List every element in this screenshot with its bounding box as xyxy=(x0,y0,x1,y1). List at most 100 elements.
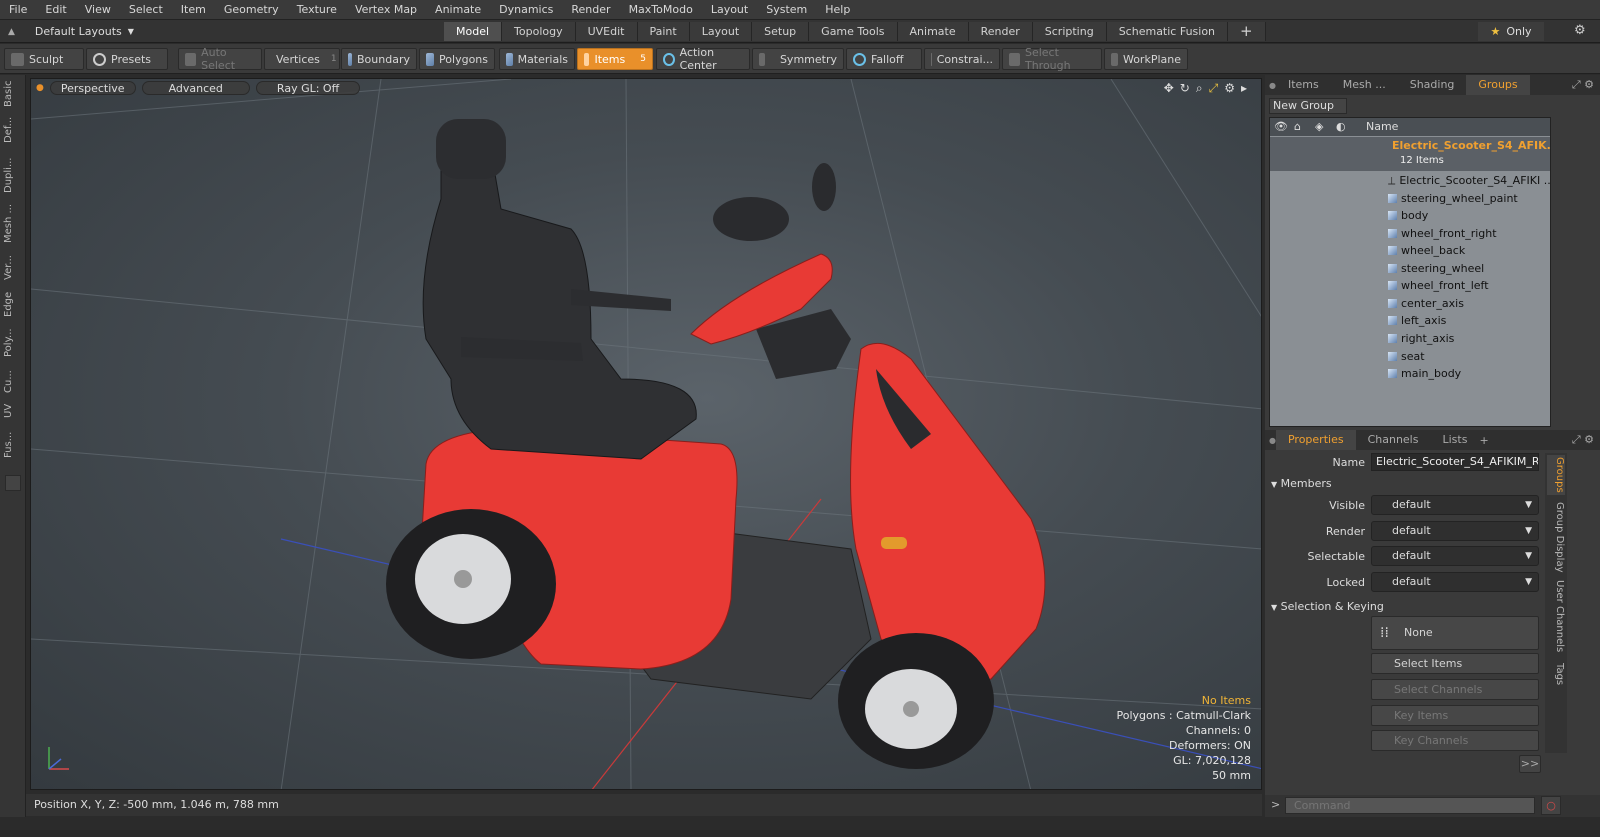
command-input[interactable] xyxy=(1285,797,1535,814)
menu-view[interactable]: View xyxy=(76,0,120,20)
3d-viewport[interactable]: ● Perspective Advanced Ray GL: Off ✥ ↻ ⌕… xyxy=(30,78,1262,790)
auto-select-button[interactable]: Auto Select xyxy=(178,46,262,72)
tab-groups[interactable]: Groups xyxy=(1466,75,1530,95)
new-group-button[interactable]: New Group xyxy=(1269,98,1347,114)
falloff-button[interactable]: Falloff xyxy=(846,48,922,70)
left-tab-basic[interactable]: Basic xyxy=(3,79,21,109)
key-channels-button[interactable]: Key Channels xyxy=(1371,730,1539,751)
only-button[interactable]: ★ Only xyxy=(1478,22,1544,41)
tab-properties[interactable]: Properties xyxy=(1275,430,1356,450)
menu-help[interactable]: Help xyxy=(816,0,859,20)
advanced-button[interactable]: Advanced xyxy=(141,81,250,95)
selectable-dropdown[interactable]: default ▼ xyxy=(1371,546,1539,566)
menu-render[interactable]: Render xyxy=(562,0,619,20)
menu-item[interactable]: Item xyxy=(172,0,215,20)
menu-maxtomodo[interactable]: MaxToModo xyxy=(620,0,702,20)
tab-render[interactable]: Render xyxy=(968,22,1033,41)
perspective-button[interactable]: Perspective xyxy=(49,81,136,95)
menu-system[interactable]: System xyxy=(757,0,816,20)
left-tab-uv[interactable]: UV xyxy=(3,401,21,421)
left-tab-extra-button[interactable] xyxy=(5,475,21,491)
tree-item[interactable]: wheel_front_left xyxy=(1388,277,1489,294)
tab-scripting[interactable]: Scripting xyxy=(1032,22,1107,41)
tab-paint[interactable]: Paint xyxy=(637,22,690,41)
tree-item[interactable]: seat xyxy=(1388,348,1425,365)
tab-topology[interactable]: Topology xyxy=(502,22,576,41)
fit-view-icon[interactable]: ⤢ xyxy=(1209,81,1219,96)
tab-setup[interactable]: Setup xyxy=(752,22,810,41)
tree-item[interactable]: ⟂ Electric_Scooter_S4_AFIKI ... xyxy=(1388,172,1550,189)
selection-keying-section[interactable]: ▼ Selection & Keying xyxy=(1271,600,1384,613)
layout-selector[interactable]: ▲ Default Layouts ▼ xyxy=(8,23,134,40)
select-through-button[interactable]: Select Through xyxy=(1002,46,1102,72)
tab-channels[interactable]: Channels xyxy=(1356,430,1431,450)
tree-item[interactable]: main_body xyxy=(1388,365,1461,382)
items-button[interactable]: Items 5 xyxy=(577,48,653,70)
render-icon[interactable]: ⌂ xyxy=(1294,118,1301,136)
sculpt-button[interactable]: Sculpt xyxy=(4,48,84,70)
visibility-eye-icon[interactable]: 👁 xyxy=(1274,118,1288,136)
left-tab-fusion[interactable]: Fus... xyxy=(3,427,21,463)
panel-expand-icon[interactable]: ⤢ ⚙ xyxy=(1572,78,1594,92)
side-tab-group-display[interactable]: Group Display xyxy=(1547,501,1565,573)
vertices-button[interactable]: Vertices 1 xyxy=(264,48,340,70)
rotate-view-icon[interactable]: ↻ xyxy=(1180,81,1190,96)
materials-button[interactable]: Materials xyxy=(499,48,575,70)
tab-model[interactable]: Model xyxy=(444,22,503,41)
side-tab-groups[interactable]: Groups xyxy=(1547,455,1565,495)
viewport-menu-icon[interactable]: ▸ xyxy=(1241,81,1247,96)
left-tab-deform[interactable]: Def... xyxy=(3,113,21,147)
menu-file[interactable]: File xyxy=(0,0,36,20)
presets-button[interactable]: Presets xyxy=(86,48,168,70)
move-view-icon[interactable]: ✥ xyxy=(1164,81,1174,96)
tab-animate[interactable]: Animate xyxy=(897,22,969,41)
raygl-button[interactable]: Ray GL: Off xyxy=(255,81,361,95)
members-section[interactable]: ▼ Members xyxy=(1271,477,1332,490)
menu-select[interactable]: Select xyxy=(120,0,172,20)
tree-item[interactable]: body xyxy=(1388,207,1428,224)
menu-dynamics[interactable]: Dynamics xyxy=(490,0,562,20)
menu-geometry[interactable]: Geometry xyxy=(215,0,288,20)
menu-animate[interactable]: Animate xyxy=(426,0,490,20)
add-tab-icon[interactable]: + xyxy=(1228,22,1266,41)
tab-schematic-fusion[interactable]: Schematic Fusion xyxy=(1106,22,1229,41)
tree-item[interactable]: right_axis xyxy=(1388,330,1454,347)
symmetry-button[interactable]: Symmetry xyxy=(752,48,844,70)
left-tab-curve[interactable]: Cu... xyxy=(3,367,21,397)
tab-uvedit[interactable]: UVEdit xyxy=(575,22,638,41)
menu-edit[interactable]: Edit xyxy=(36,0,75,20)
add-tab-icon[interactable]: + xyxy=(1479,434,1488,447)
left-tab-duplicate[interactable]: Dupli... xyxy=(3,153,21,197)
polygons-button[interactable]: Polygons xyxy=(419,48,495,70)
name-field[interactable]: Electric_Scooter_S4_AFIKIM_Rec xyxy=(1371,453,1539,471)
lock-icon[interactable]: ◐ xyxy=(1336,118,1346,136)
constraints-button[interactable]: Constrai... xyxy=(924,48,1000,70)
tree-root-group[interactable]: Electric_Scooter_S4_AFIK... 12 Items xyxy=(1270,137,1550,171)
tab-shading[interactable]: Shading xyxy=(1398,75,1467,95)
key-items-button[interactable]: Key Items xyxy=(1371,705,1539,726)
settings-gear-icon[interactable]: ⚙ xyxy=(1574,23,1586,38)
tab-game-tools[interactable]: Game Tools xyxy=(809,22,898,41)
left-tab-polygon[interactable]: Poly... xyxy=(3,323,21,363)
left-tab-edge[interactable]: Edge xyxy=(3,289,21,319)
tree-item[interactable]: wheel_back xyxy=(1388,242,1465,259)
panel-expand-icon[interactable]: ⤢ ⚙ xyxy=(1572,433,1594,447)
tree-item[interactable]: steering_wheel xyxy=(1388,260,1484,277)
boundary-button[interactable]: Boundary xyxy=(341,48,417,70)
tree-item[interactable]: wheel_front_right xyxy=(1388,225,1497,242)
render-dropdown[interactable]: default ▼ xyxy=(1371,521,1539,541)
visible-dropdown[interactable]: default ▼ xyxy=(1371,495,1539,515)
tab-mesh[interactable]: Mesh ... xyxy=(1331,75,1398,95)
menu-layout[interactable]: Layout xyxy=(702,0,757,20)
tab-lists[interactable]: Lists xyxy=(1430,430,1479,450)
menu-vertex-map[interactable]: Vertex Map xyxy=(346,0,426,20)
viewport-gear-icon[interactable]: ⚙ xyxy=(1224,81,1235,96)
menu-texture[interactable]: Texture xyxy=(288,0,346,20)
tree-item[interactable]: center_axis xyxy=(1388,295,1464,312)
select-lock-icon[interactable]: ◈ xyxy=(1315,118,1323,136)
left-tab-mesh[interactable]: Mesh ... xyxy=(3,201,21,245)
tab-layout[interactable]: Layout xyxy=(689,22,753,41)
none-button[interactable]: ⁞⁞ None xyxy=(1371,616,1539,650)
left-tab-vertex[interactable]: Ver... xyxy=(3,251,21,285)
more-button[interactable]: >> xyxy=(1519,755,1541,773)
